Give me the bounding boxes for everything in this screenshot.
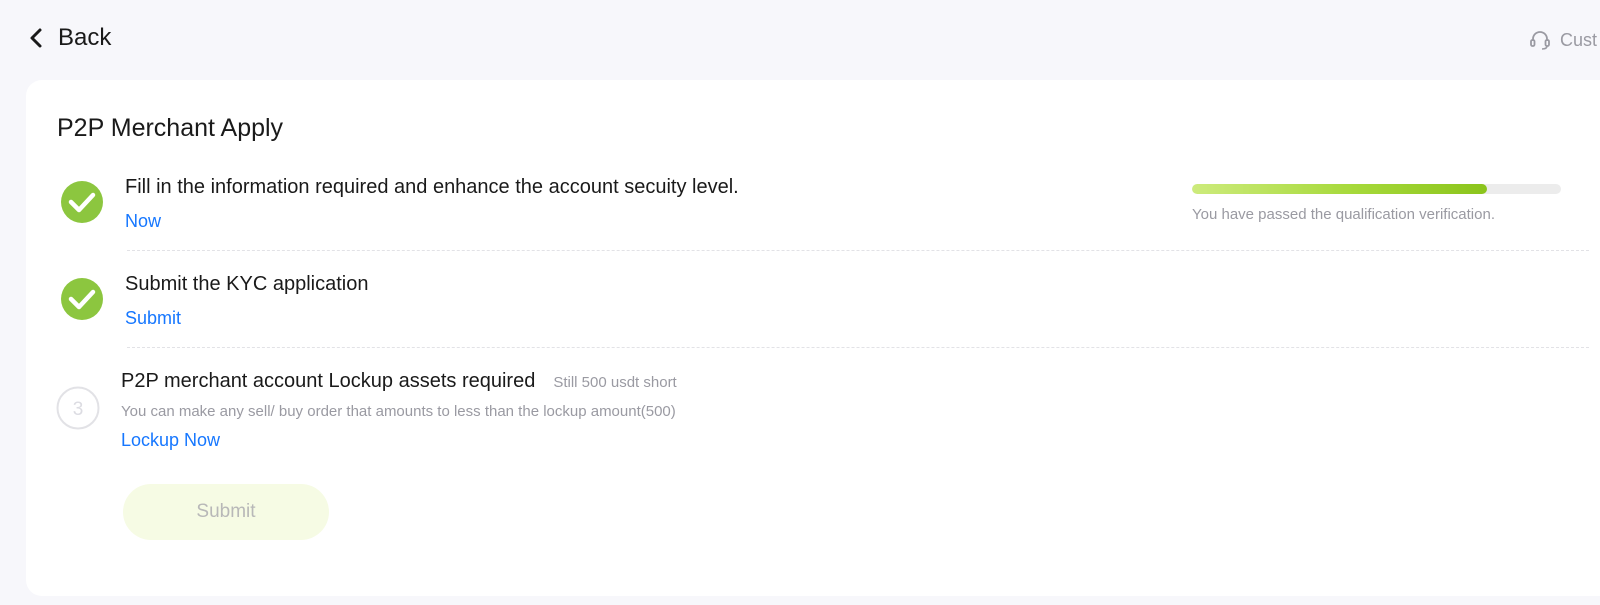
progress-bar xyxy=(1192,184,1561,194)
step-3-title-row: P2P merchant account Lockup assets requi… xyxy=(121,370,677,393)
check-circle-icon xyxy=(60,180,104,224)
customer-service-label: Cust xyxy=(1560,29,1598,50)
check-circle-icon xyxy=(60,277,104,321)
page-title: P2P Merchant Apply xyxy=(57,114,284,142)
merchant-apply-card: P2P Merchant Apply Fill in the informati… xyxy=(26,80,1600,596)
back-label: Back xyxy=(58,24,112,51)
step-2-submit-link[interactable]: Submit xyxy=(125,308,181,329)
step-3-shortfall-note: Still 500 usdt short xyxy=(553,374,677,391)
headset-icon xyxy=(1528,28,1552,52)
step-1-title: Fill in the information required and enh… xyxy=(125,176,739,198)
submit-button[interactable]: Submit xyxy=(123,484,329,540)
number-circle-icon: 3 xyxy=(56,386,100,430)
progress-bar-fill xyxy=(1192,184,1488,194)
step-divider xyxy=(127,347,1589,348)
progress-status-text: You have passed the qualification verifi… xyxy=(1192,206,1495,223)
step-1-now-link[interactable]: Now xyxy=(125,211,161,232)
step-3-lockup-now-link[interactable]: Lockup Now xyxy=(121,430,220,451)
step-divider xyxy=(127,250,1589,251)
step-2-title: Submit the KYC application xyxy=(125,273,369,295)
step-3-number: 3 xyxy=(73,399,84,420)
chevron-left-icon xyxy=(26,22,46,54)
top-bar: Back Cust xyxy=(0,0,1600,80)
customer-service-link[interactable]: Cust xyxy=(1528,28,1597,52)
step-3-title: P2P merchant account Lockup assets requi… xyxy=(121,370,536,392)
back-button[interactable]: Back xyxy=(26,22,111,54)
step-3-description: You can make any sell/ buy order that am… xyxy=(121,403,676,420)
